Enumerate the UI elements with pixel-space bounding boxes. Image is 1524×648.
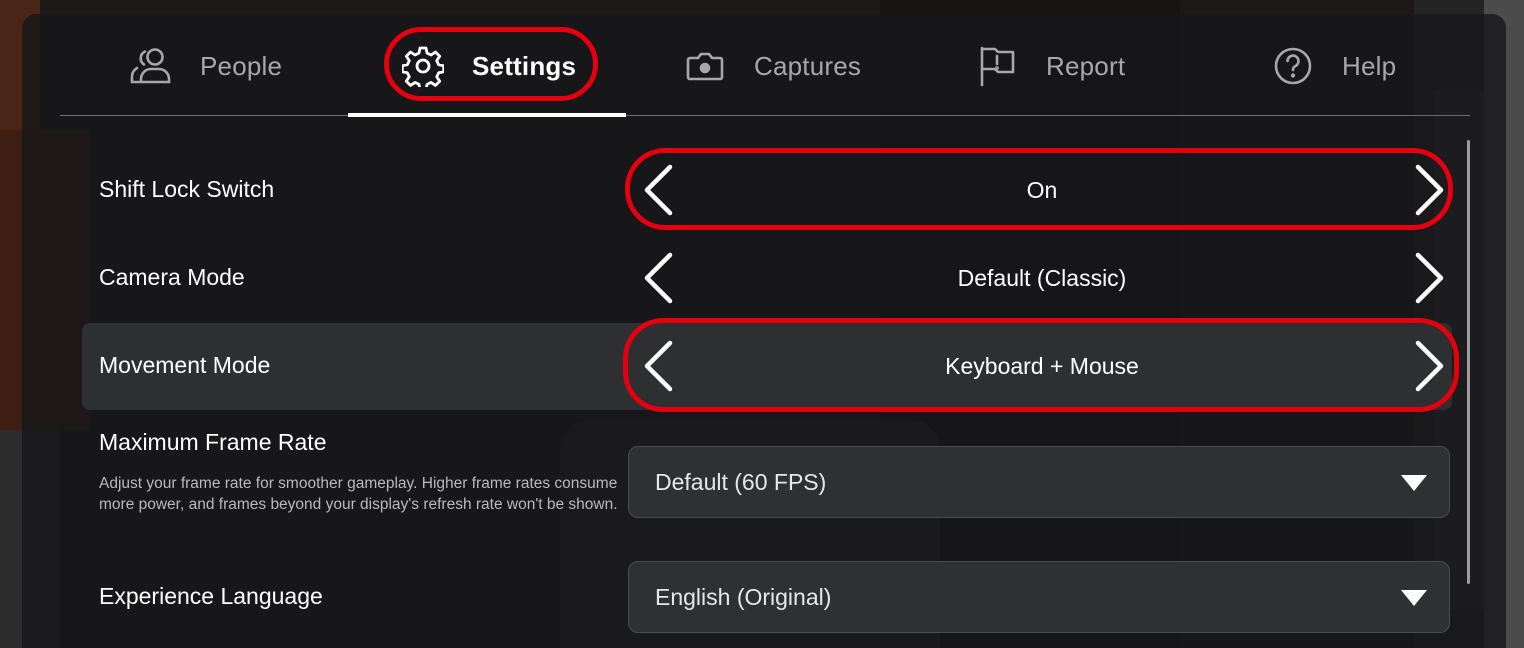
movement-mode-highlight bbox=[623, 318, 1459, 412]
frame-rate-description: Adjust your frame rate for smoother game… bbox=[99, 475, 618, 513]
tab-people[interactable]: People bbox=[128, 24, 282, 108]
experience-language-label: Experience Language bbox=[99, 583, 323, 609]
tab-captures-label: Captures bbox=[754, 50, 862, 81]
tab-report-label: Report bbox=[1046, 50, 1126, 81]
tab-active-indicator bbox=[348, 113, 626, 117]
caret-down-icon bbox=[1401, 590, 1427, 606]
experience-language-dropdown[interactable]: English (Original) bbox=[628, 561, 1450, 633]
tab-people-label: People bbox=[200, 50, 283, 81]
camera-mode-value: Default (Classic) bbox=[957, 264, 1127, 291]
movement-mode-label: Movement Mode bbox=[99, 352, 271, 378]
tab-help-label: Help bbox=[1342, 50, 1397, 81]
tab-divider bbox=[60, 115, 1470, 116]
frame-rate-value: Default (60 FPS) bbox=[655, 468, 827, 495]
caret-down-icon bbox=[1401, 475, 1427, 491]
camera-mode-label: Camera Mode bbox=[99, 264, 245, 290]
shift-lock-label: Shift Lock Switch bbox=[99, 176, 275, 202]
settings-tab-highlight bbox=[384, 27, 598, 101]
frame-rate-label: Maximum Frame Rate bbox=[99, 429, 327, 455]
flag-icon bbox=[974, 43, 1020, 89]
settings-scrollbar[interactable] bbox=[1467, 140, 1470, 584]
experience-language-value: English (Original) bbox=[655, 583, 832, 610]
tab-report[interactable]: Report bbox=[974, 24, 1125, 108]
people-icon bbox=[128, 43, 174, 89]
camera-icon bbox=[682, 43, 728, 89]
tab-help[interactable]: Help bbox=[1270, 24, 1396, 108]
chevron-left-icon bbox=[644, 252, 673, 304]
camera-mode-next-button[interactable] bbox=[1410, 250, 1450, 306]
help-icon bbox=[1270, 43, 1316, 89]
camera-mode-prev-button[interactable] bbox=[638, 250, 678, 306]
chevron-right-icon bbox=[1415, 252, 1444, 304]
frame-rate-dropdown[interactable]: Default (60 FPS) bbox=[628, 446, 1450, 518]
tab-captures[interactable]: Captures bbox=[682, 24, 861, 108]
shift-lock-highlight bbox=[625, 148, 1453, 230]
menu-tab-bar: People Settings Captures Report Help bbox=[60, 24, 1470, 116]
camera-mode-selector: Default (Classic) bbox=[634, 243, 1450, 313]
